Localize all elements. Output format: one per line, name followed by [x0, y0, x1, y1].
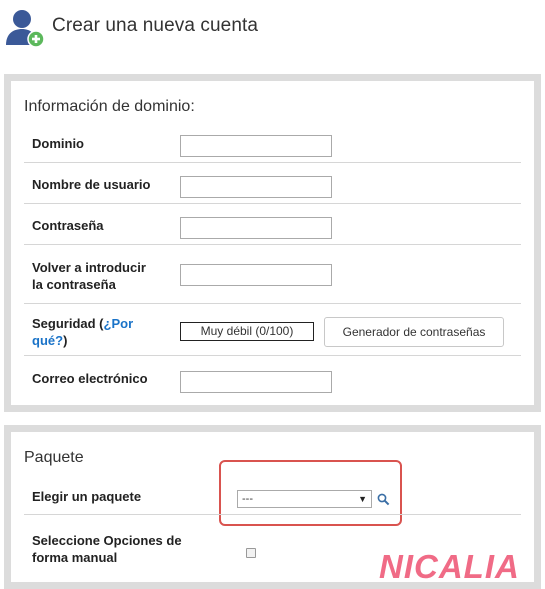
confirm-label-line2: la contraseña	[32, 277, 116, 292]
security-prefix: Seguridad (	[32, 316, 104, 331]
email-input[interactable]	[180, 371, 332, 393]
package-section-title: Paquete	[24, 449, 84, 466]
manual-options-checkbox[interactable]	[246, 548, 256, 558]
domain-info-panel: Información de dominio: Dominio Nombre d…	[4, 74, 541, 412]
email-label: Correo electrónico	[32, 371, 148, 386]
password-strength-meter: Muy débil (0/100)	[180, 322, 314, 341]
security-row: Seguridad (¿Por qué?) Muy débil (0/100) G…	[24, 304, 521, 356]
confirm-password-row: Volver a introducir la contraseña	[24, 245, 521, 304]
add-user-icon	[6, 10, 45, 48]
search-icon[interactable]	[377, 493, 390, 506]
password-input[interactable]	[180, 217, 332, 239]
email-row: Correo electrónico	[24, 356, 521, 398]
username-input[interactable]	[180, 176, 332, 198]
password-row: Contraseña	[24, 204, 521, 245]
confirm-password-input[interactable]	[180, 264, 332, 286]
svg-text:NICALIA: NICALIA	[379, 548, 520, 581]
choose-package-row: Elegir un paquete --- ▼	[24, 473, 521, 515]
package-select-value: ---	[242, 493, 253, 505]
password-generator-button[interactable]: Generador de contraseñas	[324, 317, 504, 347]
confirm-label-line1: Volver a introducir	[32, 260, 146, 275]
password-label: Contraseña	[32, 218, 104, 233]
domain-row: Dominio	[24, 122, 521, 163]
manual-label-line1: Seleccione Opciones de	[32, 533, 182, 548]
security-label: Seguridad (¿Por qué?)	[32, 315, 133, 349]
confirm-password-label: Volver a introducir la contraseña	[32, 259, 146, 293]
page-header: Crear una nueva cuenta	[0, 0, 545, 56]
nicalia-logo: NICALIA	[379, 548, 520, 581]
domain-input[interactable]	[180, 135, 332, 157]
manual-options-label: Seleccione Opciones de forma manual	[32, 532, 182, 566]
manual-label-line2: forma manual	[32, 550, 118, 565]
page-title: Crear una nueva cuenta	[52, 15, 259, 36]
domain-section-title: Información de dominio:	[24, 98, 195, 115]
dropdown-arrow-icon: ▼	[358, 494, 367, 504]
username-label: Nombre de usuario	[32, 177, 151, 192]
choose-package-label: Elegir un paquete	[32, 489, 142, 504]
security-suffix: )	[63, 333, 68, 348]
username-row: Nombre de usuario	[24, 163, 521, 204]
package-select[interactable]: --- ▼	[237, 490, 372, 508]
domain-label: Dominio	[32, 136, 84, 151]
